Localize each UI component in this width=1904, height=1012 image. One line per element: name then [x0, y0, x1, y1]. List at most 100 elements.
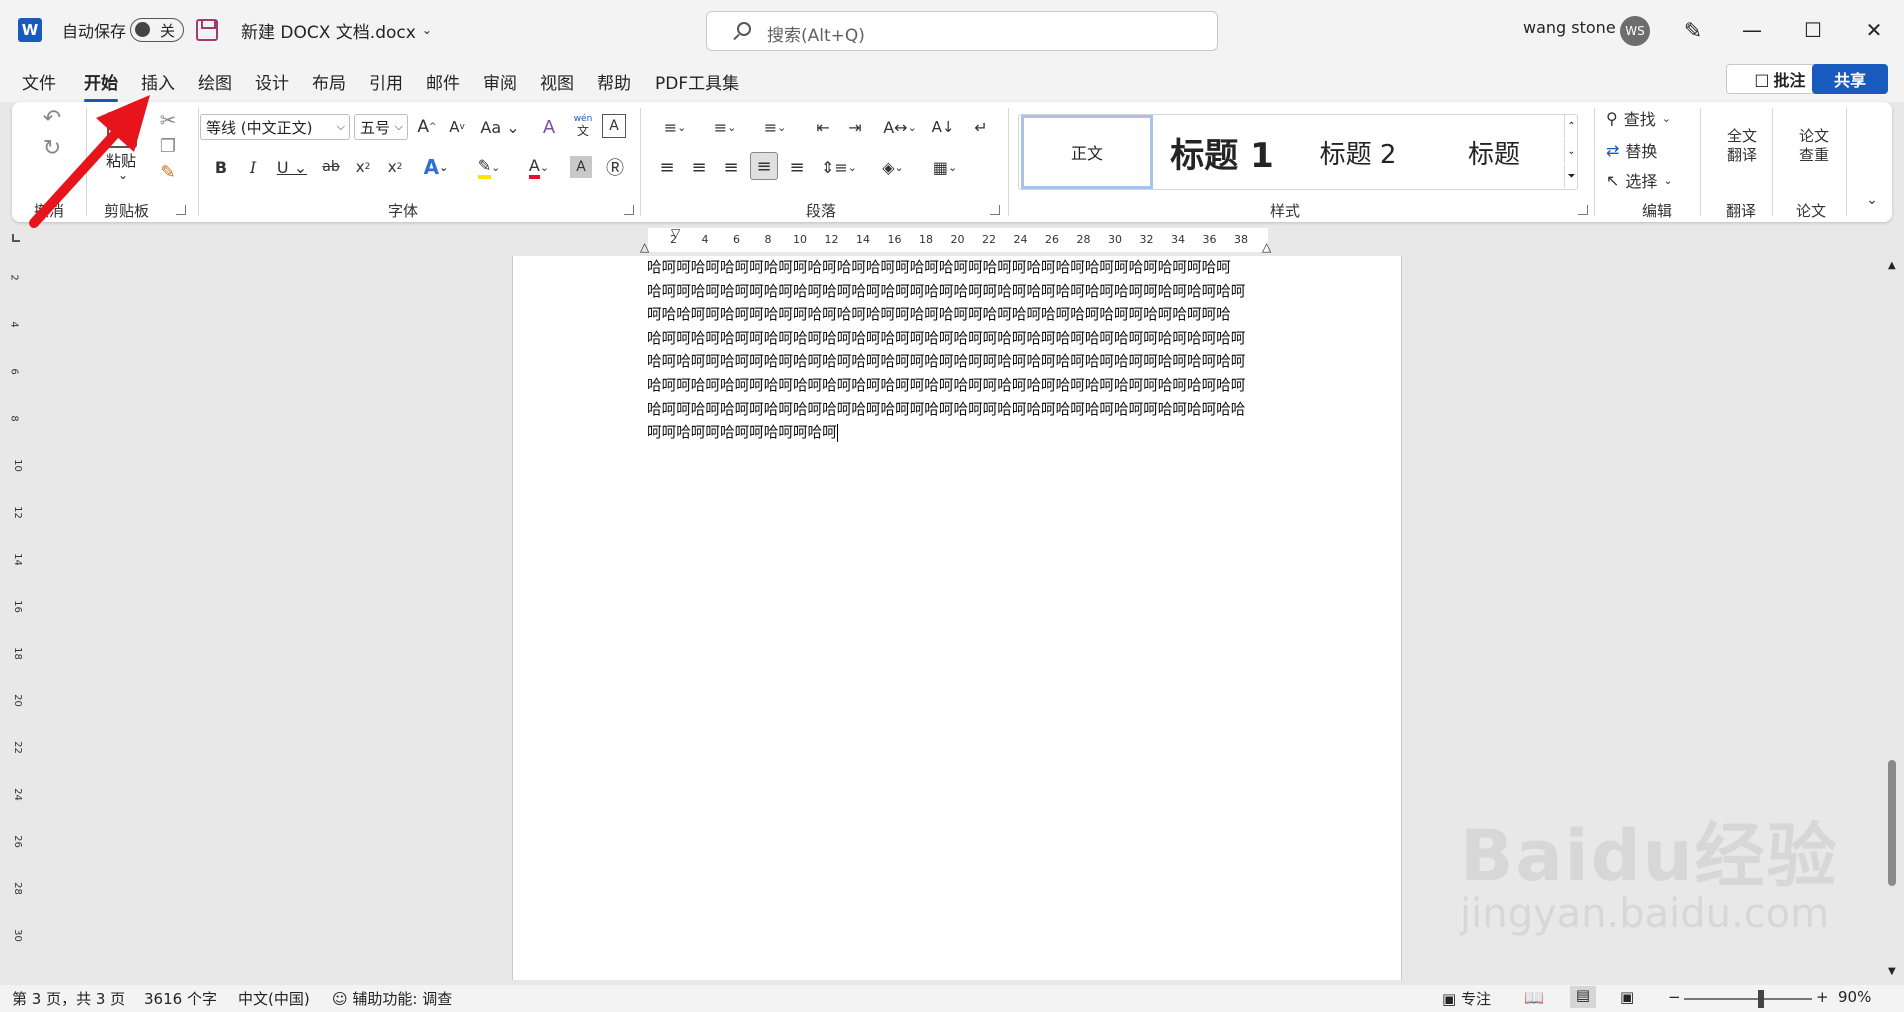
select-button[interactable]: ↖ 选择 ⌄: [1606, 168, 1696, 192]
tab-file[interactable]: 文件: [22, 69, 56, 94]
launcher-icon[interactable]: [990, 205, 1000, 215]
phonetic-guide-icon[interactable]: wén 文: [570, 110, 596, 140]
scroll-down-icon[interactable]: ▼: [1888, 966, 1896, 977]
launcher-icon[interactable]: [176, 205, 186, 215]
tab-selector-icon[interactable]: [12, 234, 20, 242]
styles-scroll-up[interactable]: ⌃: [1564, 114, 1578, 138]
paste-icon[interactable]: [100, 108, 144, 152]
zoom-slider-track[interactable]: [1684, 998, 1812, 1000]
copy-icon[interactable]: ❐: [156, 134, 180, 158]
document-line[interactable]: 哈呵呵哈呵哈呵呵哈呵哈呵哈呵哈呵哈呵呵哈呵哈呵呵哈呵哈呵哈呵哈呵哈呵呵哈呵哈呵哈…: [647, 374, 1273, 398]
cut-icon[interactable]: ✂: [156, 108, 180, 132]
superscript-icon[interactable]: x2: [382, 154, 408, 180]
paper-check-button[interactable]: 论文 查重: [1782, 124, 1846, 168]
accessibility-status[interactable]: ☺ 辅助功能: 调查: [332, 988, 452, 1009]
align-left-icon[interactable]: ≡: [654, 154, 680, 180]
strikethrough-icon[interactable]: ab: [318, 154, 344, 180]
launcher-icon[interactable]: [1578, 205, 1588, 215]
bullets-icon[interactable]: ≡ ⌄: [654, 114, 696, 140]
search-input[interactable]: 搜索(Alt+Q): [706, 11, 1218, 51]
justify-icon[interactable]: ≡: [750, 152, 778, 180]
redo-icon[interactable]: ↻: [30, 134, 74, 162]
tab-view[interactable]: 视图: [540, 69, 574, 94]
tab-mailings[interactable]: 邮件: [426, 69, 460, 94]
autosave-toggle[interactable]: 关: [130, 18, 184, 42]
document-line[interactable]: 哈呵呵哈呵哈呵呵哈呵哈呵哈呵哈呵哈呵呵哈呵哈呵呵哈呵哈呵哈呵哈呵哈呵呵哈呵哈呵哈…: [647, 280, 1273, 304]
tab-layout[interactable]: 布局: [312, 69, 346, 94]
italic-icon[interactable]: I: [240, 154, 266, 180]
document-line[interactable]: 呵呵哈呵呵哈呵呵哈呵呵哈呵: [647, 421, 1273, 445]
grow-font-icon[interactable]: A ^: [414, 114, 440, 140]
left-indent-marker[interactable]: △: [640, 240, 649, 254]
align-center-icon[interactable]: ≡: [686, 154, 712, 180]
font-name-dropdown[interactable]: 等线 (中文正文) ⌵: [200, 114, 350, 140]
close-button[interactable]: ✕: [1856, 14, 1892, 46]
tab-home[interactable]: 开始: [84, 69, 118, 102]
clear-formatting-icon[interactable]: A: [536, 114, 562, 140]
style-normal[interactable]: 正文: [1021, 115, 1153, 189]
undo-icon[interactable]: ↶: [30, 104, 74, 132]
scroll-up-icon[interactable]: ▲: [1888, 260, 1896, 271]
tab-design[interactable]: 设计: [255, 69, 289, 94]
bold-icon[interactable]: B: [208, 154, 234, 180]
style-heading-1[interactable]: 标题 1: [1155, 115, 1289, 189]
document-line[interactable]: 哈呵呵哈呵哈呵呵哈呵哈呵哈呵哈呵哈呵呵哈呵哈呵呵哈呵哈呵哈呵哈呵哈呵呵哈呵哈呵哈…: [647, 327, 1273, 351]
shrink-font-icon[interactable]: Av: [444, 114, 470, 140]
multilevel-list-icon[interactable]: ≡ ⌄: [754, 114, 796, 140]
character-shading-icon[interactable]: A: [570, 156, 592, 178]
decrease-indent-icon[interactable]: ⇤: [810, 114, 836, 140]
user-name[interactable]: wang stone: [1523, 18, 1616, 37]
minimize-button[interactable]: —: [1734, 14, 1770, 46]
focus-mode-button[interactable]: ▣ 专注: [1442, 988, 1491, 1009]
subscript-icon[interactable]: x2: [350, 154, 376, 180]
underline-icon[interactable]: U ⌄: [272, 154, 312, 180]
scroll-thumb[interactable]: [1888, 760, 1896, 886]
tab-help[interactable]: 帮助: [597, 69, 631, 94]
enclose-characters-icon[interactable]: Ⓡ: [602, 154, 628, 180]
styles-more[interactable]: ⏷: [1564, 164, 1578, 188]
full-text-translate-button[interactable]: 全文 翻译: [1710, 124, 1774, 168]
save-icon[interactable]: [196, 19, 218, 41]
zoom-slider-thumb[interactable]: [1757, 990, 1764, 1008]
font-size-dropdown[interactable]: 五号 ⌵: [354, 114, 408, 140]
zoom-level[interactable]: 90%: [1838, 988, 1871, 1006]
tab-references[interactable]: 引用: [369, 69, 403, 94]
designer-pen-icon[interactable]: ✎: [1680, 18, 1706, 44]
change-case-icon[interactable]: Aa ⌄: [478, 114, 522, 140]
chinese-layout-icon[interactable]: A↔ ⌄: [878, 114, 922, 140]
font-color-icon[interactable]: A ⌄: [518, 154, 560, 180]
character-border-icon[interactable]: A: [602, 114, 626, 138]
print-layout-icon[interactable]: ▤: [1570, 986, 1596, 1008]
read-mode-icon[interactable]: 📖: [1524, 988, 1544, 1007]
style-title[interactable]: 标题: [1427, 115, 1561, 189]
document-line[interactable]: 呵哈哈呵呵哈呵呵哈呵呵哈呵哈呵哈呵呵哈呵哈呵呵哈呵哈呵哈呵哈呵哈呵呵哈呵哈呵呵哈: [647, 303, 1273, 327]
increase-indent-icon[interactable]: ⇥: [842, 114, 868, 140]
chevron-down-icon[interactable]: ⌄: [118, 168, 128, 182]
share-button[interactable]: 共享: [1812, 64, 1888, 94]
document-body[interactable]: 哈呵呵哈呵哈呵呵哈呵呵哈呵哈呵哈呵呵哈呵哈呵呵哈呵呵哈呵哈呵哈呵呵哈呵哈呵呵哈呵…: [647, 256, 1273, 445]
web-layout-icon[interactable]: ▣: [1620, 988, 1634, 1006]
numbering-icon[interactable]: ≡ ⌄: [704, 114, 746, 140]
highlight-icon[interactable]: ✎ ⌄: [468, 154, 510, 180]
avatar[interactable]: WS: [1620, 16, 1650, 46]
zoom-out-icon[interactable]: −: [1668, 988, 1681, 1006]
line-spacing-icon[interactable]: ⇕≡ ⌄: [818, 154, 860, 180]
text-effects-icon[interactable]: A ⌄: [416, 154, 456, 180]
maximize-button[interactable]: ☐: [1795, 14, 1831, 46]
format-painter-icon[interactable]: ✎: [156, 160, 180, 184]
document-line[interactable]: 哈呵呵哈呵哈呵呵哈呵呵哈呵哈呵哈呵呵哈呵哈呵呵哈呵呵哈呵哈呵哈呵呵哈呵哈呵呵哈呵: [647, 256, 1273, 280]
distributed-icon[interactable]: ≡: [784, 154, 810, 180]
shading-icon[interactable]: ◈ ⌄: [872, 154, 914, 180]
align-right-icon[interactable]: ≡: [718, 154, 744, 180]
tab-draw[interactable]: 绘图: [198, 69, 232, 94]
launcher-icon[interactable]: [624, 205, 634, 215]
tab-insert[interactable]: 插入: [141, 69, 175, 94]
document-line[interactable]: 哈呵呵哈呵哈呵呵哈呵哈呵哈呵哈呵哈呵呵哈呵哈呵呵哈呵哈呵哈呵哈呵哈呵呵哈呵哈呵哈…: [647, 398, 1273, 422]
document-line[interactable]: 哈呵哈呵呵哈呵呵哈呵哈呵哈呵哈呵哈呵呵哈呵哈呵呵哈呵哈呵哈呵哈呵哈呵呵哈呵哈呵哈…: [647, 350, 1273, 374]
word-count[interactable]: 3616 个字: [144, 988, 217, 1009]
styles-scroll-down[interactable]: ⌄: [1564, 139, 1578, 163]
right-indent-marker[interactable]: △: [1262, 240, 1271, 254]
tab-review[interactable]: 审阅: [483, 69, 517, 94]
zoom-in-icon[interactable]: +: [1816, 988, 1829, 1006]
collapse-ribbon-icon[interactable]: ⌄: [1862, 190, 1882, 210]
